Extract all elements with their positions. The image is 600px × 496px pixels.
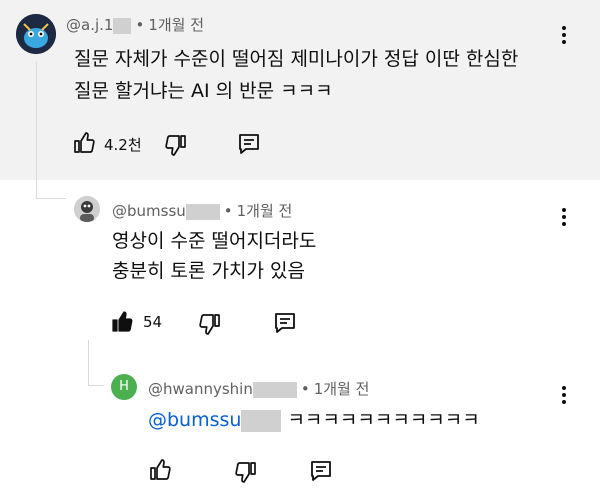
- comment-time: 1개월 전: [313, 380, 370, 398]
- comment-text-line: 질문 할거냐는 AI 의 반문 ㅋㅋㅋ: [74, 80, 333, 102]
- like-count: 4.2천: [104, 136, 142, 154]
- comment-text: ㅋㅋㅋㅋㅋㅋㅋㅋㅋㅋㅋ: [287, 409, 480, 431]
- comment-time: 1개월 전: [148, 16, 205, 34]
- comment-meta: @bumssu • 1개월 전: [112, 202, 293, 220]
- comment-text-line: 영상이 수준 떨어지더라도: [112, 230, 317, 252]
- redacted-block: [185, 203, 220, 220]
- redacted-block: [241, 409, 282, 432]
- redacted-block: [252, 381, 297, 398]
- redacted-block: [113, 17, 132, 34]
- like-count: 54: [143, 313, 163, 331]
- comment-author[interactable]: @a.j.1: [66, 16, 113, 34]
- reply-icon[interactable]: [236, 131, 262, 157]
- more-vert-icon[interactable]: [556, 384, 572, 406]
- avatar[interactable]: [74, 196, 100, 222]
- more-vert-icon[interactable]: [556, 206, 572, 228]
- thumbs-up-icon[interactable]: [148, 458, 172, 482]
- comment-author[interactable]: @bumssu: [112, 202, 186, 220]
- thread-line: [36, 198, 66, 199]
- reply-icon[interactable]: [272, 310, 298, 336]
- thumbs-up-icon[interactable]: [72, 131, 96, 155]
- comment-text-line: 충분히 토론 가치가 있음: [112, 260, 305, 282]
- thread-line: [36, 62, 37, 198]
- thumbs-down-icon[interactable]: [164, 133, 188, 157]
- avatar-letter: H: [119, 379, 129, 394]
- thumbs-down-icon[interactable]: [234, 460, 258, 484]
- comment-time: 1개월 전: [236, 202, 293, 220]
- comment-text-line: @bumssu ㅋㅋㅋㅋㅋㅋㅋㅋㅋㅋㅋ: [148, 408, 480, 432]
- thumbs-down-icon[interactable]: [198, 312, 222, 336]
- comment-text-line: 질문 자체가 수준이 떨어짐 제미나이가 정답 이딴 한심한: [74, 48, 519, 70]
- thread-line: [88, 340, 89, 385]
- comment-author[interactable]: @hwannyshin: [148, 380, 253, 398]
- thread-line: [88, 385, 104, 386]
- avatar[interactable]: H: [111, 374, 137, 400]
- reply-icon[interactable]: [308, 458, 334, 484]
- comment-meta: @hwannyshin • 1개월 전: [148, 380, 370, 398]
- thumbs-up-icon[interactable]: [110, 310, 134, 334]
- comment-meta: @a.j.1 • 1개월 전: [66, 16, 205, 34]
- more-vert-icon[interactable]: [556, 24, 572, 46]
- avatar[interactable]: [16, 14, 56, 54]
- mention-link[interactable]: @bumssu: [148, 409, 241, 431]
